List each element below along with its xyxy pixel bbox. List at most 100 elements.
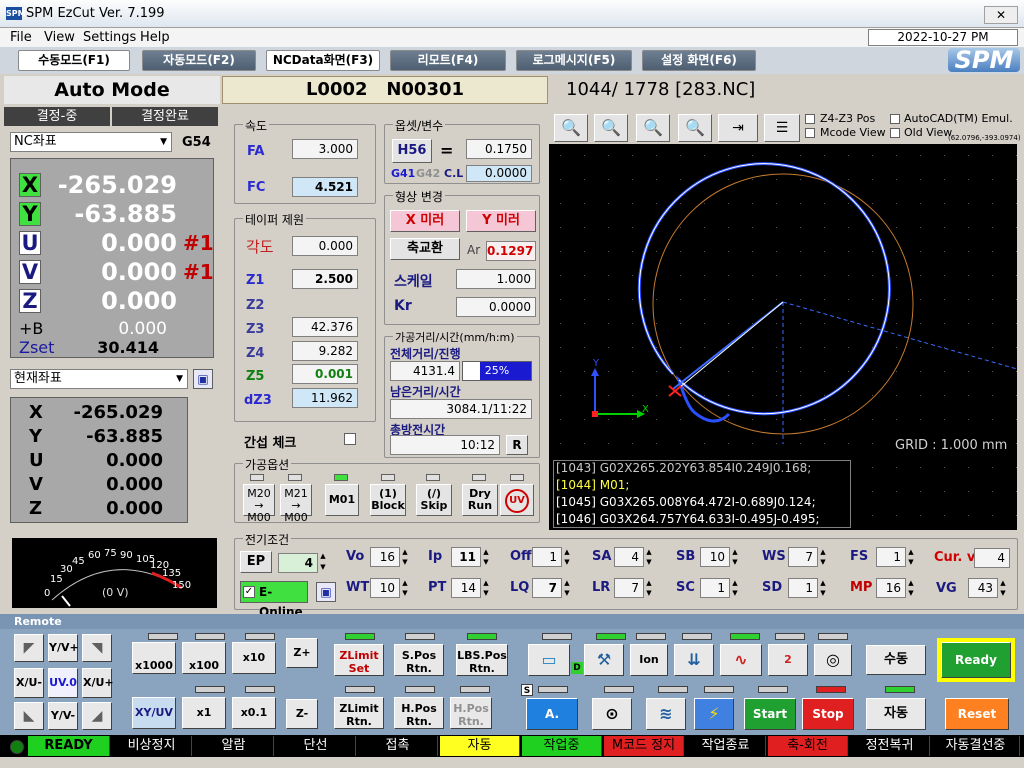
total-time-value: 10:12 [390,435,500,455]
jog-xu-minus-button[interactable]: X/U- [14,668,44,698]
ready-button[interactable]: Ready [941,642,1011,678]
jog-xu-plus-button[interactable]: X/U+ [82,668,114,698]
elec-off-spinner[interactable]: ▲ ▼ [562,547,572,567]
h-offset-button[interactable]: H56 [392,139,432,163]
spos-rtn-button[interactable]: S.Pos Rtn. [394,644,444,676]
led-x1 [195,686,225,693]
save-icon[interactable]: ▣ [316,582,336,602]
zlimit-rtn-button[interactable]: ZLimit Rtn. [334,697,384,729]
jog-down-right-icon[interactable]: ◢ [82,702,112,730]
step-x1-button[interactable]: x1 [182,697,226,729]
zoom-100-icon[interactable]: 🔍 [594,114,628,142]
menu-help[interactable]: Help [140,30,170,45]
tab-ncdata[interactable]: NCData화면(F3) [266,50,380,71]
power-icon[interactable]: ⚡ [694,698,734,730]
lbspos-rtn-button[interactable]: LBS.Pos Rtn. [456,644,508,676]
vg-spinner[interactable]: ▲ ▼ [998,578,1008,598]
elec-lr-spinner[interactable]: ▲ ▼ [644,578,654,598]
elec-pt-spinner[interactable]: ▲ ▼ [481,578,491,598]
step-x01-button[interactable]: x0.1 [232,697,276,729]
menu-settings[interactable]: Settings [83,30,136,45]
uv-button[interactable]: UV [500,484,534,516]
ep-button[interactable]: EP [240,551,272,573]
ion-button[interactable]: Ion [630,644,668,676]
list-view-icon[interactable]: ☰ [764,114,800,142]
wire-cut-icon[interactable]: ⚒ [584,644,624,676]
elec-sd-spinner[interactable]: ▲ ▼ [818,578,828,598]
menu-file[interactable]: File [10,30,32,45]
close-button[interactable]: ✕ [984,6,1018,24]
m20-m00-button[interactable]: M20 → M00 [243,484,275,524]
stop-button[interactable]: Stop [802,698,854,730]
toolpath-view[interactable]: X Y GRID : 1.000 mm [1043] G02X265.202Y6… [549,144,1017,530]
coord-select[interactable]: NC좌표 ▼ [10,132,172,152]
elec-sc-spinner[interactable]: ▲ ▼ [730,578,740,598]
tab-remote[interactable]: 리모트(F4) [390,50,506,71]
interference-checkbox[interactable] [344,433,356,445]
zlimit-set-button[interactable]: ZLimit Set [334,644,384,676]
tab-log[interactable]: 로그메시지(F5) [516,50,632,71]
reset-button[interactable]: Reset [945,698,1009,730]
flush-icon[interactable]: ⇊ [674,644,714,676]
xy-uv-button[interactable]: XY/UV [132,697,176,729]
elec-ip-spinner[interactable]: ▲ ▼ [481,547,491,567]
m21-m00-button[interactable]: M21 → M00 [280,484,312,524]
elec-ws-spinner[interactable]: ▲ ▼ [818,547,828,567]
elec-fs-spinner[interactable]: ▲ ▼ [906,547,916,567]
ep-spinner[interactable]: ▲ ▼ [318,551,328,573]
pan-tool-icon[interactable]: ⇥ [718,114,758,142]
m01-button[interactable]: M01 [325,484,359,516]
menu-view[interactable]: View [44,30,75,45]
uv-zero-button[interactable]: UV.0 [48,668,78,698]
hpos-rtn-disabled-button[interactable]: H.Pos Rtn. [450,697,492,729]
step-x100-button[interactable]: x100 [182,642,226,674]
block-button[interactable]: (1) Block [370,484,406,516]
save-icon[interactable]: ▣ [193,369,213,389]
skip-button[interactable]: (/) Skip [416,484,452,516]
tank-icon[interactable]: ▭ [528,644,570,676]
elec-vo-spinner[interactable]: ▲ ▼ [400,547,410,567]
step-x10-button[interactable]: x10 [232,642,276,674]
auto-button[interactable]: 자동 [866,698,926,730]
chevron-down-icon: ▼ [176,374,183,384]
two-pass-button[interactable]: 2 [768,644,808,676]
mcode-checkbox[interactable] [805,128,815,138]
hpos-rtn-button[interactable]: H.Pos Rtn. [394,697,444,729]
autocad-checkbox[interactable] [890,114,900,124]
dry-run-button[interactable]: Dry Run [462,484,498,516]
wave-icon[interactable]: ∿ [720,644,762,676]
z4z3-checkbox[interactable] [805,114,815,124]
start-button[interactable]: Start [744,698,796,730]
e-online-check-icon: ✓ [243,586,255,598]
elec-wt-spinner[interactable]: ▲ ▼ [400,578,410,598]
z-minus-button[interactable]: Z- [286,699,318,729]
elec-sa-spinner[interactable]: ▲ ▼ [644,547,654,567]
elec-lq-spinner[interactable]: ▲ ▼ [562,578,572,598]
manual-button[interactable]: 수동 [866,645,926,675]
zoom-b-icon[interactable]: 🔍 [636,114,670,142]
jog-yv-plus-button[interactable]: Y/V+ [48,634,79,662]
z-plus-button[interactable]: Z+ [286,638,318,668]
a-start-button[interactable]: A. Start [526,698,578,751]
wire-feed-icon[interactable]: ⊙ [592,698,632,730]
x-mirror-button[interactable]: X 미러 [390,210,460,232]
elec-mp-spinner[interactable]: ▲ ▼ [906,578,916,598]
elec-sb-spinner[interactable]: ▲ ▼ [730,547,740,567]
tab-settings[interactable]: 설정 화면(F6) [642,50,756,71]
jog-up-left-icon[interactable]: ◤ [14,634,44,662]
pump-icon[interactable]: ≋ [646,698,686,730]
axis-swap-button[interactable]: 축교환 [390,238,460,260]
zoom-fit-icon[interactable]: 🔍 [678,114,712,142]
spiral-icon[interactable]: ◎ [814,644,852,676]
current-coord-select[interactable]: 현재좌표 ▼ [10,369,188,389]
jog-down-left-icon[interactable]: ◣ [14,702,44,730]
tab-manual-mode[interactable]: 수동모드(F1) [18,50,130,71]
oldview-checkbox[interactable] [890,128,900,138]
jog-yv-minus-button[interactable]: Y/V- [48,702,78,730]
step-x1000-button[interactable]: x1000 [132,642,176,674]
y-mirror-button[interactable]: Y 미러 [466,210,536,232]
jog-up-right-icon[interactable]: ◥ [82,634,112,662]
reset-time-button[interactable]: R [506,435,528,455]
zoom-tool-icon[interactable]: 🔍 [554,114,588,142]
tab-auto-mode[interactable]: 자동모드(F2) [142,50,256,71]
